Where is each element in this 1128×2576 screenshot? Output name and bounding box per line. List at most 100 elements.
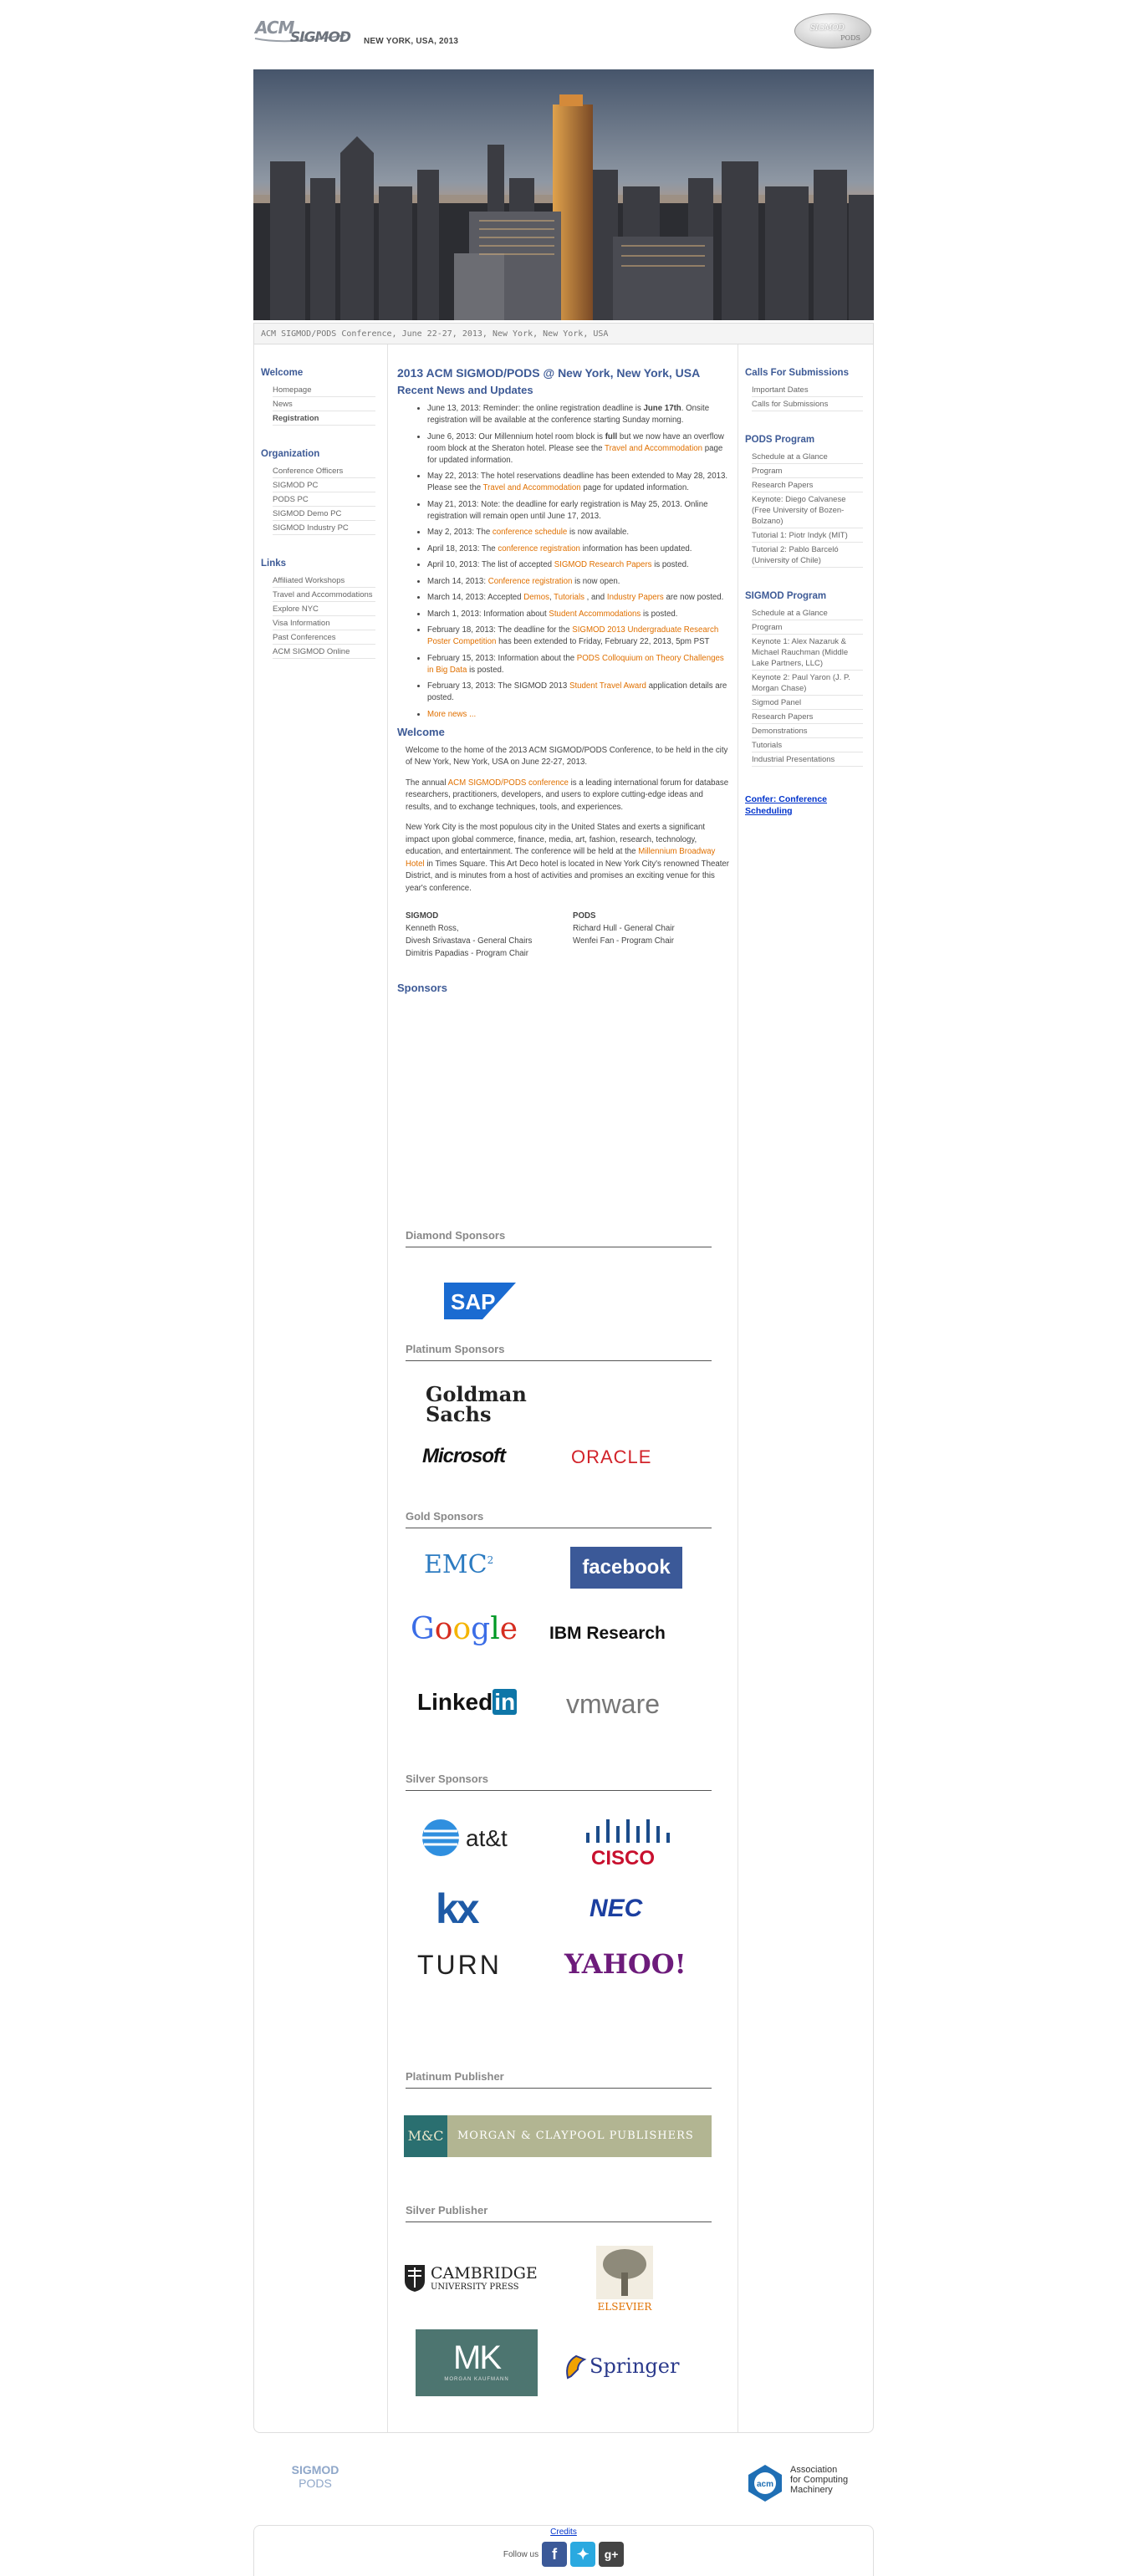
sidebar-item-calls-for-submissions[interactable]: Calls for Submissions bbox=[752, 397, 863, 411]
left-sidebar: Welcome Homepage News Registration Organ… bbox=[254, 344, 388, 2432]
divider bbox=[406, 1790, 712, 1791]
svg-text:SAP: SAP bbox=[451, 1289, 495, 1314]
emc-logo[interactable]: EMC2 bbox=[424, 1550, 493, 1579]
sigmod-pods-badge[interactable]: SIGMOD PODS bbox=[794, 13, 871, 48]
turn-logo[interactable]: TURN bbox=[417, 1950, 502, 1981]
news-link[interactable]: conference schedule bbox=[493, 528, 567, 537]
credits-link[interactable]: Credits bbox=[254, 2528, 873, 2537]
sidebar-item-homepage[interactable]: Homepage bbox=[273, 383, 375, 397]
news-link[interactable]: SIGMOD Research Papers bbox=[554, 560, 652, 569]
sidebar-item-sigmod-keynote-2[interactable]: Keynote 2: Paul Yaron (J. P. Morgan Chas… bbox=[752, 671, 863, 696]
sidebar-item-pods-program[interactable]: Program bbox=[752, 464, 863, 478]
sidebar-item-pods-schedule[interactable]: Schedule at a Glance bbox=[752, 450, 863, 464]
nec-logo[interactable]: NEC bbox=[590, 1895, 642, 1923]
divider bbox=[406, 2221, 712, 2222]
sidebar-item-pods-pc[interactable]: PODS PC bbox=[273, 492, 375, 507]
news-link[interactable]: Student Travel Award bbox=[569, 681, 646, 691]
more-news-link[interactable]: More news ... bbox=[427, 710, 476, 719]
sidebar-item-important-dates[interactable]: Important Dates bbox=[752, 383, 863, 397]
news-item: May 21, 2013: Note: the deadline for ear… bbox=[427, 499, 731, 523]
sidebar-item-sigmod-program[interactable]: Program bbox=[752, 620, 863, 635]
elsevier-logo[interactable]: ELSEVIER bbox=[591, 2244, 658, 2314]
facebook-icon[interactable]: f bbox=[542, 2542, 568, 2567]
gold-section: Gold Sponsors bbox=[397, 1510, 712, 1528]
news-list: June 13, 2013: Reminder: the online regi… bbox=[397, 403, 731, 721]
sidebar-item-tutorials[interactable]: Tutorials bbox=[752, 738, 863, 752]
sigmod-pods-footer-logo[interactable]: SIGMOD PODS bbox=[282, 2463, 349, 2505]
yahoo-logo[interactable]: YAHOO! bbox=[564, 1948, 686, 1980]
sidebar-item-travel[interactable]: Travel and Accommodations bbox=[273, 588, 375, 602]
sidebar-heading-calls: Calls For Submissions bbox=[745, 368, 849, 378]
sidebar-item-sigmod-industry-pc[interactable]: SIGMOD Industry PC bbox=[273, 521, 375, 535]
linkedin-logo[interactable]: Linkedin bbox=[417, 1689, 518, 1716]
sidebar-item-pods-keynote[interactable]: Keynote: Diego Calvanese (Free Universit… bbox=[752, 492, 863, 528]
platinum-publisher-section: Platinum Publisher bbox=[397, 2070, 712, 2089]
sidebar-item-pods-research-papers[interactable]: Research Papers bbox=[752, 478, 863, 492]
sidebar-item-sigmod-demo-pc[interactable]: SIGMOD Demo PC bbox=[273, 507, 375, 521]
google-plus-icon[interactable]: g+ bbox=[599, 2542, 625, 2567]
sidebar-item-explore-nyc[interactable]: Explore NYC bbox=[273, 602, 375, 616]
sidebar-item-news[interactable]: News bbox=[273, 397, 375, 411]
sidebar-heading-organization: Organization bbox=[261, 449, 320, 459]
news-link[interactable]: Industry Papers bbox=[607, 593, 664, 602]
hero-caption: ACM SIGMOD/PODS Conference, June 22-27, … bbox=[253, 323, 874, 344]
news-link[interactable]: Conference registration bbox=[488, 577, 573, 586]
news-link[interactable]: Tutorials bbox=[554, 593, 584, 602]
conference-link[interactable]: ACM SIGMOD/PODS conference bbox=[448, 778, 569, 788]
sidebar-item-demonstrations[interactable]: Demonstrations bbox=[752, 724, 863, 738]
news-link[interactable]: Demos bbox=[523, 593, 549, 602]
sidebar-item-pods-tutorial-1[interactable]: Tutorial 1: Piotr Indyk (MIT) bbox=[752, 528, 863, 543]
springer-logo[interactable]: Springer bbox=[563, 2351, 697, 2385]
sidebar-item-conference-officers[interactable]: Conference Officers bbox=[273, 464, 375, 478]
oracle-logo[interactable]: ORACLE bbox=[571, 1446, 651, 1468]
news-item: February 15, 2013: Information about the… bbox=[427, 653, 731, 676]
welcome-paragraph: Welcome to the home of the 2013 ACM SIGM… bbox=[406, 745, 728, 768]
goldman-sachs-logo[interactable]: Goldman Sachs bbox=[426, 1385, 527, 1425]
acm-sigmod-logo[interactable]: ACM SIGMOD bbox=[253, 13, 354, 48]
google-logo[interactable]: Google bbox=[411, 1612, 518, 1646]
sidebar-heading-links: Links bbox=[261, 559, 287, 569]
sidebar-item-sigmod-pc[interactable]: SIGMOD PC bbox=[273, 478, 375, 492]
svg-text:acm: acm bbox=[757, 2480, 773, 2489]
news-item: March 14, 2013: Accepted Demos, Tutorial… bbox=[427, 592, 731, 604]
news-link[interactable]: conference registration bbox=[498, 544, 580, 553]
sidebar-item-past-conferences[interactable]: Past Conferences bbox=[273, 630, 375, 645]
microsoft-logo[interactable]: Microsoft bbox=[422, 1445, 506, 1468]
sidebar-list-links: Affiliated Workshops Travel and Accommod… bbox=[273, 574, 375, 659]
sidebar-item-sigmod-panel[interactable]: Sigmod Panel bbox=[752, 696, 863, 710]
morgan-kaufmann-logo[interactable]: MK MORGAN KAUFMANN bbox=[416, 2329, 538, 2396]
follow-label: Follow us bbox=[503, 2549, 539, 2559]
welcome-paragraph: New York City is the most populous city … bbox=[406, 823, 730, 893]
sigmod-chairs: SIGMOD Kenneth Ross, Divesh Srivastava -… bbox=[406, 911, 533, 958]
sidebar-item-sigmod-schedule[interactable]: Schedule at a Glance bbox=[752, 606, 863, 620]
att-logo[interactable]: at&t bbox=[419, 1816, 528, 1863]
vmware-logo[interactable]: vmware bbox=[566, 1689, 660, 1720]
facebook-logo[interactable]: facebook bbox=[570, 1547, 682, 1589]
twitter-icon[interactable]: ✦ bbox=[570, 2542, 596, 2567]
sidebar-item-affiliated-workshops[interactable]: Affiliated Workshops bbox=[273, 574, 375, 588]
sap-logo[interactable]: SAP bbox=[444, 1283, 519, 1319]
news-link[interactable]: Student Accommodations bbox=[549, 610, 641, 619]
ibm-research-logo[interactable]: IBM Research bbox=[549, 1624, 666, 1644]
acm-footer-logo[interactable]: acm Association for Computing Machinery bbox=[745, 2461, 870, 2508]
sidebar-item-registration[interactable]: Registration bbox=[273, 411, 375, 426]
site-header: ACM SIGMOD NEW YORK, USA, 2013 SIGMOD PO… bbox=[253, 0, 874, 69]
sidebar-item-acm-sigmod-online[interactable]: ACM SIGMOD Online bbox=[273, 645, 375, 659]
sidebar-item-sigmod-research-papers[interactable]: Research Papers bbox=[752, 710, 863, 724]
sidebar-item-industrial-presentations[interactable]: Industrial Presentations bbox=[752, 752, 863, 767]
sidebar-list-welcome: Homepage News Registration bbox=[273, 383, 375, 426]
morgan-claypool-logo[interactable]: M&C MORGAN & CLAYPOOL PUBLISHERS bbox=[404, 2115, 712, 2157]
sidebar-item-pods-tutorial-2[interactable]: Tutorial 2: Pablo Barceló (University of… bbox=[752, 543, 863, 568]
kx-logo[interactable]: kx bbox=[436, 1885, 480, 1933]
news-item: June 13, 2013: Reminder: the online regi… bbox=[427, 403, 731, 426]
follow-us: Follow us f ✦ g+ bbox=[254, 2542, 873, 2567]
sidebar-item-sigmod-keynote-1[interactable]: Keynote 1: Alex Nazaruk & Michael Rauchm… bbox=[752, 635, 863, 671]
cambridge-logo[interactable]: CAMBRIDGE UNIVERSITY PRESS bbox=[404, 2264, 554, 2298]
news-link[interactable]: Travel and Accommodation bbox=[605, 444, 702, 453]
news-link[interactable]: Travel and Accommodation bbox=[483, 483, 581, 492]
confer-scheduling-link[interactable]: Confer: Conference Scheduling bbox=[745, 793, 873, 817]
header-title: NEW YORK, USA, 2013 bbox=[364, 37, 459, 46]
svg-text:at&t: at&t bbox=[466, 1825, 508, 1851]
cisco-logo[interactable]: CISCO bbox=[574, 1814, 683, 1870]
sidebar-item-visa[interactable]: Visa Information bbox=[273, 616, 375, 630]
